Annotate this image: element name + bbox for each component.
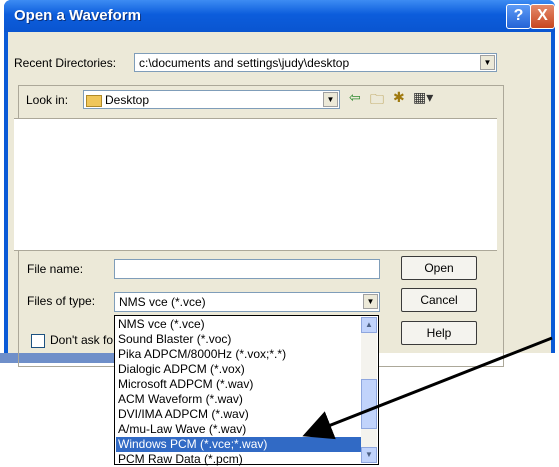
annotation-arrow	[302, 336, 553, 440]
arrow-line	[302, 336, 553, 440]
